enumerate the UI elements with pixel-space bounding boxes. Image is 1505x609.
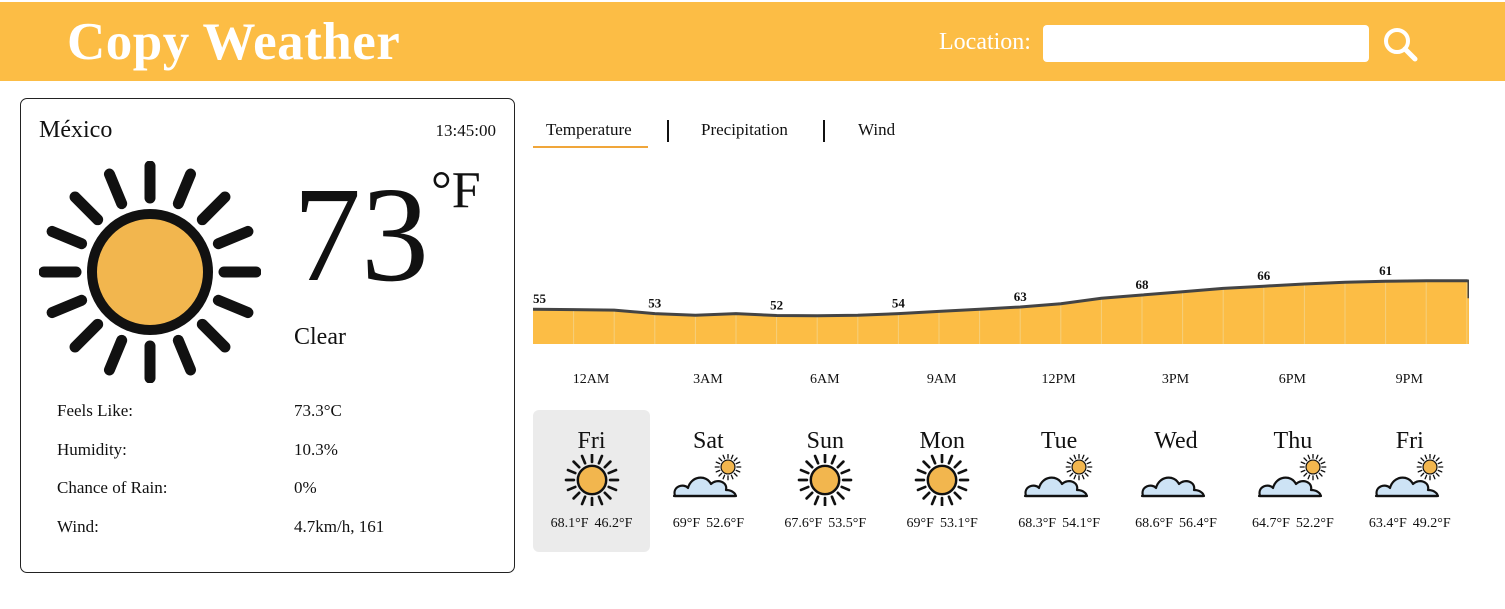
forecast-day-card[interactable]: Mon 69°F 53.1°F <box>884 410 1001 552</box>
chart-data-label: 54 <box>892 296 906 311</box>
forecast-low: 53.5°F <box>828 516 867 531</box>
chart-data-label: 52 <box>770 298 783 313</box>
forecast-high: 63.4°F <box>1368 516 1407 531</box>
partly-cloudy-icon <box>672 453 744 511</box>
forecast-high: 69°F <box>906 516 934 531</box>
weather-condition: Clear <box>294 324 346 350</box>
forecast-temps: 68.3°F 54.1°F <box>1001 516 1118 532</box>
hour-tick-label: 9AM <box>926 372 957 387</box>
humidity-label: Humidity: <box>57 440 127 459</box>
current-weather-card: México 13:45:00 73 °F Clear Feels Like: … <box>20 98 515 573</box>
chart-data-label: 63 <box>1014 289 1027 304</box>
city-name: México <box>39 117 113 143</box>
forecast-day-card[interactable]: Fri 63.4°F 49.2°F <box>1351 410 1468 552</box>
hour-tick-label: 12AM <box>572 372 610 387</box>
cloud-icon <box>1140 454 1212 511</box>
current-temperature: 73 <box>293 160 429 310</box>
active-tab-indicator <box>533 146 648 148</box>
wind-label: Wind: <box>57 517 99 536</box>
forecast-day-card[interactable]: Wed 68.6°F 56.4°F <box>1118 410 1235 552</box>
search-button[interactable] <box>1380 24 1420 64</box>
app-header: Copy Weather Location: <box>0 2 1505 81</box>
forecast-day-card[interactable]: Sun 67.6°F 53.5°F <box>767 410 884 552</box>
chart-data-label: 53 <box>648 296 662 311</box>
forecast-high: 64.7°F <box>1252 516 1290 531</box>
forecast-day-card[interactable]: Sat 69°F 52.6°F <box>650 410 767 552</box>
forecast-day-name: Fri <box>577 428 606 454</box>
hour-tick-label: 6PM <box>1278 372 1307 387</box>
sun-icon <box>789 452 861 511</box>
feels-like-value: 73.3°C <box>294 401 342 420</box>
forecast-day-card[interactable]: Fri 68.1°F 46.2°F <box>533 410 650 552</box>
sun-icon <box>906 452 978 511</box>
forecast-temps: 69°F 53.1°F <box>884 516 1001 532</box>
partly-cloudy-icon <box>1257 453 1329 511</box>
sun-icon <box>38 160 262 388</box>
tab-divider <box>667 120 669 142</box>
hour-tick-label: 6AM <box>810 372 840 387</box>
forecast-day-card[interactable]: Tue 68.3°F 54.1°F <box>1001 410 1118 552</box>
tab-wind[interactable]: Wind <box>858 120 895 140</box>
wind-value: 4.7km/h, 161 <box>294 517 385 536</box>
hour-tick-label: 3PM <box>1161 372 1190 387</box>
forecast-low: 52.6°F <box>706 516 745 531</box>
tab-precipitation[interactable]: Precipitation <box>701 120 788 140</box>
forecast-temps: 68.1°F 46.2°F <box>533 516 650 532</box>
search-icon <box>1384 28 1418 62</box>
rain-chance-value: 0% <box>294 478 317 497</box>
forecast-low: 53.1°F <box>939 516 978 531</box>
forecast-high: 68.1°F <box>550 516 589 531</box>
forecast-temps: 69°F 52.6°F <box>650 516 767 532</box>
location-input[interactable] <box>1043 25 1369 62</box>
chart-data-label: 66 <box>1257 268 1271 283</box>
forecast-temps: 64.7°F 52.2°F <box>1234 516 1351 532</box>
sun-icon <box>556 452 628 511</box>
forecast-low: 52.2°F <box>1295 516 1334 531</box>
chart-data-label: 55 <box>533 291 547 306</box>
chart-data-label: 61 <box>1379 263 1392 278</box>
forecast-day-name: Sat <box>693 428 724 454</box>
hour-tick-label: 9PM <box>1395 372 1423 387</box>
forecast-high: 68.3°F <box>1018 516 1057 531</box>
partly-cloudy-icon <box>1023 453 1095 511</box>
forecast-day-card[interactable]: Thu 64.7°F 52.2°F <box>1234 410 1351 552</box>
humidity-value: 10.3% <box>294 440 338 459</box>
chart-data-label: 68 <box>1136 277 1150 292</box>
temperature-unit: °F <box>431 162 481 219</box>
local-time: 13:45:00 <box>435 121 496 140</box>
forecast-low: 49.2°F <box>1412 516 1451 531</box>
location-label: Location: <box>939 29 1031 55</box>
forecast-low: 54.1°F <box>1062 516 1100 531</box>
forecast-low: 46.2°F <box>594 516 633 531</box>
forecast-day-name: Fri <box>1395 428 1424 454</box>
forecast-day-name: Mon <box>919 428 965 454</box>
app-title: Copy Weather <box>67 13 401 71</box>
forecast-low: 56.4°F <box>1179 516 1217 531</box>
hour-tick-label: 3AM <box>693 372 723 387</box>
forecast-day-name: Wed <box>1154 428 1198 454</box>
hourly-temperature-chart: 55 53 52 54 63 68 66 61 <box>532 255 1471 352</box>
forecast-day-name: Thu <box>1273 428 1313 454</box>
tab-temperature[interactable]: Temperature <box>546 120 632 140</box>
forecast-high: 67.6°F <box>784 516 823 531</box>
forecast-day-name: Sun <box>806 428 844 454</box>
tab-divider <box>823 120 825 142</box>
forecast-high: 68.6°F <box>1135 516 1173 531</box>
partly-cloudy-icon <box>1374 453 1446 511</box>
hour-tick-label: 12PM <box>1041 372 1076 387</box>
forecast-temps: 67.6°F 53.5°F <box>767 516 884 532</box>
forecast-temps: 63.4°F 49.2°F <box>1351 516 1468 532</box>
forecast-day-name: Tue <box>1040 428 1078 454</box>
feels-like-label: Feels Like: <box>57 401 134 420</box>
forecast-temps: 68.6°F 56.4°F <box>1118 516 1235 532</box>
rain-chance-label: Chance of Rain: <box>57 478 168 497</box>
chart-area <box>533 280 1469 344</box>
forecast-high: 69°F <box>672 516 701 531</box>
